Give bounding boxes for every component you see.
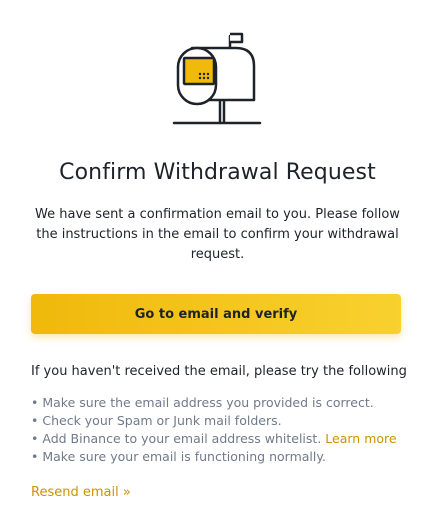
confirm-withdrawal-dialog: Confirm Withdrawal Request We have sent … [0, 0, 435, 515]
bullet: • [31, 395, 39, 410]
description-text: We have sent a confirmation email to you… [35, 207, 400, 262]
mailbox-icon [170, 28, 262, 126]
tips-list: • Make sure the email address you provid… [31, 394, 421, 466]
bullet: • [31, 449, 39, 464]
tip-text: Make sure your email is functioning norm… [42, 449, 326, 464]
tip-text: Check your Spam or Junk mail folders. [42, 413, 282, 428]
resend-email-link[interactable]: Resend email » [31, 485, 131, 500]
tip-item: • Make sure your email is functioning no… [31, 448, 421, 466]
verify-email-button-label: Go to email and verify [134, 306, 298, 322]
learn-more-link[interactable]: Learn more [325, 431, 396, 446]
tip-item: • Make sure the email address you provid… [31, 394, 421, 412]
tip-item: • Check your Spam or Junk mail folders. [31, 412, 421, 430]
troubleshoot-heading: If you haven't received the email, pleas… [31, 364, 407, 379]
bullet: • [31, 431, 39, 446]
bullet: • [31, 413, 39, 428]
verify-email-button[interactable]: Go to email and verify [31, 294, 401, 334]
page-title: Confirm Withdrawal Request [59, 160, 376, 185]
tip-text: Make sure the email address you provided… [42, 395, 374, 410]
tip-text: Add Binance to your email address whitel… [42, 431, 322, 446]
tip-item: • Add Binance to your email address whit… [31, 430, 421, 448]
